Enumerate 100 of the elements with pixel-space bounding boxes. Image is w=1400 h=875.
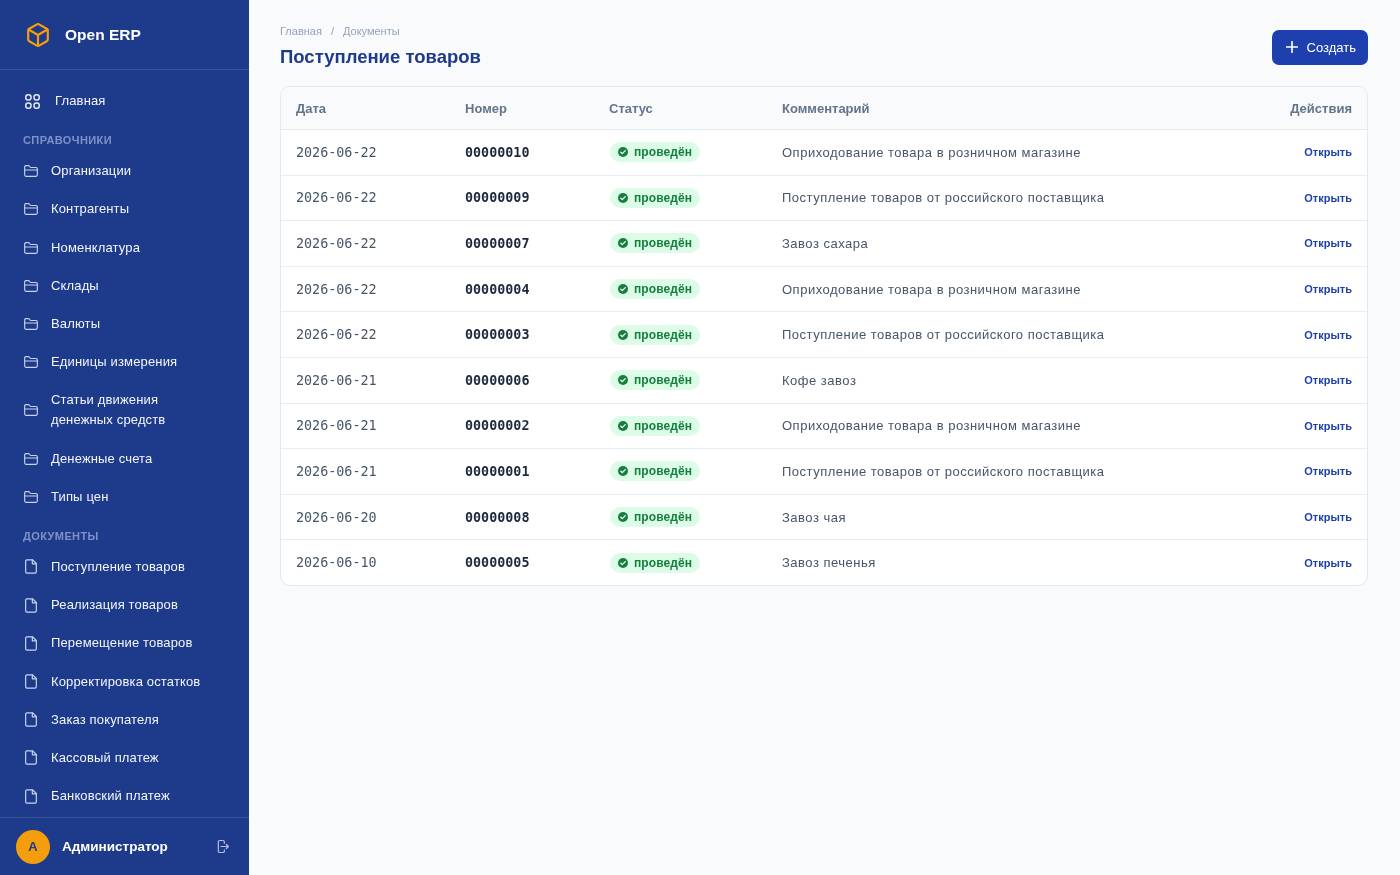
open-link[interactable]: Открыть [1304,283,1352,296]
open-link[interactable]: Открыть [1304,374,1352,387]
folder-icon [24,356,38,369]
status-text: проведён [634,555,693,570]
comment-text: Завоз сахара [782,236,870,251]
nav-item[interactable]: Кассовый платеж [0,738,249,777]
check-circle-icon [618,192,628,203]
document-icon [25,635,37,651]
nav-item[interactable]: Валюты [0,304,249,344]
folder-icon [24,203,38,216]
document-date: 2026-06-22 [296,281,378,297]
document-date: 2026-06-21 [296,463,378,479]
nav-item[interactable]: Статьи движения денежных средств [0,381,249,440]
check-circle-icon [618,329,628,340]
nav-item[interactable]: Контрагенты [0,190,249,229]
column-header: Комментарий [782,100,871,116]
document-number: 00000008 [465,509,531,525]
section-title: ДОКУМЕНТЫ [23,529,99,543]
nav-item[interactable]: Единицы измерения [0,343,249,382]
open-link[interactable]: Открыть [1304,191,1352,204]
check-circle-icon [618,420,628,431]
grid-icon [25,93,40,109]
folder-icon [24,318,38,331]
page-title: Поступление товаров [280,45,481,69]
nav-item[interactable]: Денежные счета [0,439,249,478]
folder-icon [24,165,38,178]
nav-item[interactable]: Типы цен [0,477,249,516]
user-avatar: А [16,829,50,864]
open-link[interactable]: Открыть [1304,511,1352,524]
document-number: 00000004 [465,281,531,297]
folder-icon [24,490,38,503]
document-number: 00000010 [465,144,531,160]
folder-icon [24,404,38,417]
document-icon [25,750,37,766]
folder-icon [24,241,38,254]
section-title: СПРАВОЧНИКИ [23,134,112,148]
nav-item[interactable]: Перемещение товаров [0,624,249,663]
document-number: 00000006 [465,372,531,388]
document-icon [25,712,37,728]
column-header: Номер [465,100,508,116]
check-circle-icon [618,512,628,523]
logout-icon[interactable] [217,839,229,854]
comment-text: Поступление товаров от российского поставщика [782,327,1106,343]
document-number: 00000002 [465,418,531,434]
brand-name: Open ERP [65,25,141,44]
document-date: 2026-06-22 [296,236,378,251]
plus-icon [1285,41,1298,53]
nav-item[interactable]: Реализация товаров [0,586,249,625]
document-icon [25,597,37,613]
nav-item[interactable]: Банковский платеж [0,777,249,816]
nav-item[interactable]: Номенклатура [0,228,249,267]
nav-item[interactable]: Поступление товаров [0,547,249,587]
open-link[interactable]: Открыть [1304,328,1352,341]
document-number: 00000003 [465,327,531,343]
check-circle-icon [618,284,628,295]
user-name: Администратор [62,839,168,854]
status-text: проведён [634,418,693,433]
document-icon [25,788,37,804]
document-date: 2026-06-22 [296,144,378,160]
column-header: Дата [296,100,328,116]
document-number: 00000005 [465,555,531,571]
open-link[interactable]: Открыть [1304,146,1352,159]
status-text: проведён [634,327,693,342]
document-date: 2026-06-21 [296,418,378,434]
comment-text: Кофе завоз [782,372,858,388]
comment-text: Завоз печенья [782,555,877,571]
open-link[interactable]: Открыть [1304,465,1352,478]
document-number: 00000007 [465,236,531,251]
status-text: проведён [634,190,693,205]
check-circle-icon [618,375,628,386]
column-header: Действия [1290,100,1352,116]
status-text: проведён [634,282,693,297]
open-link[interactable]: Открыть [1304,237,1352,250]
create-button[interactable]: Создать [1271,29,1368,65]
open-link[interactable]: Открыть [1304,419,1352,432]
document-number: 00000009 [465,190,531,206]
status-text: проведён [634,510,693,525]
comment-text: Поступление товаров от российского поставщика [782,190,1106,206]
document-date: 2026-06-10 [296,555,378,571]
check-circle-icon [618,466,628,477]
comment-text: Оприходование товара в розничном магазине [782,144,1082,160]
document-icon [25,674,37,690]
status-text: проведён [634,236,693,251]
check-circle-icon [618,147,628,158]
status-text: проведён [634,373,693,388]
status-text: проведён [634,145,693,160]
open-link[interactable]: Открыть [1304,556,1352,569]
check-circle-icon [618,238,628,249]
nav-item[interactable]: Организации [0,152,249,191]
document-number: 00000001 [465,463,531,479]
nav-item[interactable]: Корректировка остатков [0,662,249,701]
folder-icon [24,279,38,292]
document-date: 2026-06-21 [296,372,378,388]
document-icon [25,559,37,575]
document-date: 2026-06-22 [296,190,378,206]
nav-item[interactable]: Заказ покупателя [0,700,249,739]
comment-text: Поступление товаров от российского поставщика [782,463,1106,479]
comment-text: Оприходование товара в розничном магазине [782,281,1082,297]
nav-item[interactable]: Склады [0,266,249,305]
nav-item[interactable]: Главная [0,82,249,121]
